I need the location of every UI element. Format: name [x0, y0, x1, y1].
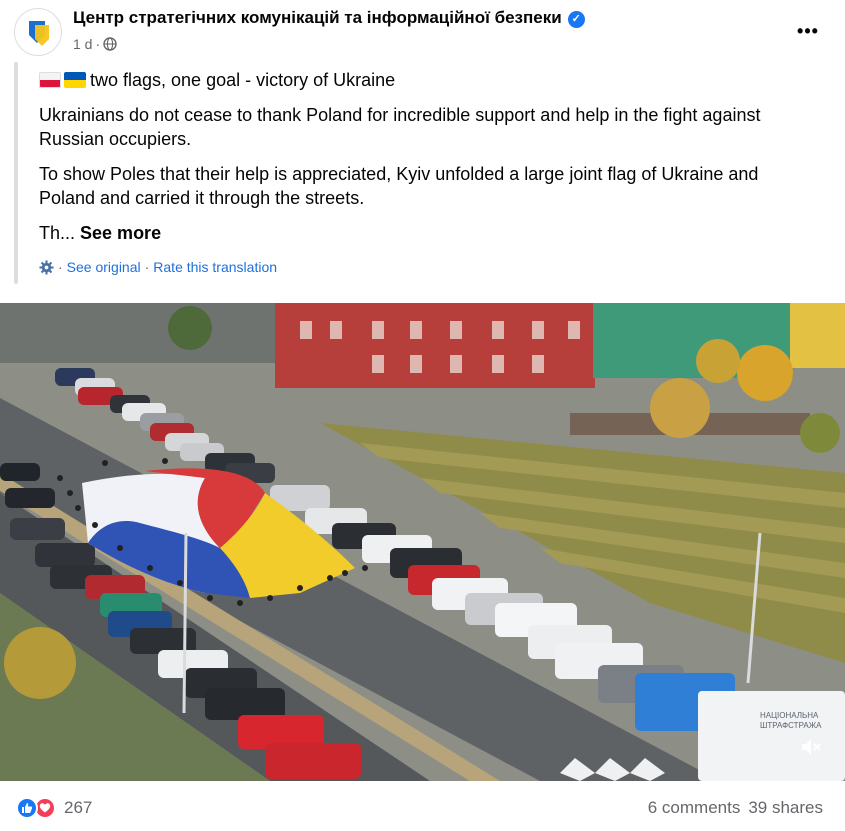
rate-translation-link[interactable]: Rate this translation — [153, 259, 277, 275]
poland-flag-icon — [39, 72, 61, 88]
reaction-count[interactable]: 267 — [64, 798, 92, 818]
reactions-summary[interactable]: 267 — [16, 797, 92, 819]
truncated-text: Th... — [39, 223, 76, 243]
red-building — [275, 303, 595, 388]
page-avatar[interactable] — [14, 8, 62, 56]
post-photo[interactable]: НАЦІОНАЛЬНА ШТРАФСТРАЖА — [0, 303, 845, 781]
verified-badge-icon: ✓ — [567, 11, 585, 28]
mute-icon[interactable] — [799, 735, 829, 765]
yellow-building — [790, 303, 845, 368]
translation-bar: · See original · Rate this translation — [39, 259, 277, 275]
truck-watermark: НАЦІОНАЛЬНА ШТРАФСТРАЖА — [760, 711, 822, 730]
gear-icon — [39, 259, 54, 275]
ukraine-flag-icon — [64, 72, 86, 88]
truck-watermark-line-2: ШТРАФСТРАЖА — [760, 721, 822, 730]
post-paragraph-1: two flags, one goal - victory of Ukraine — [39, 68, 819, 92]
post-meta: 1 d · — [73, 36, 117, 52]
crosswalk — [560, 758, 665, 781]
quote-divider — [14, 62, 18, 284]
page-name-text[interactable]: Центр стратегічних комунікацій та інформ… — [73, 8, 562, 27]
post-paragraph-4: Th... See more — [39, 221, 819, 245]
comments-count[interactable]: 6 comments — [648, 798, 741, 818]
see-more-link[interactable]: See more — [80, 223, 161, 243]
street-flag-scene: НАЦІОНАЛЬНА ШТРАФСТРАЖА — [0, 303, 845, 781]
engagement-counts: 6 comments 39 shares — [648, 798, 823, 818]
page-logo-icon — [29, 21, 49, 46]
upper-parking — [0, 303, 275, 363]
post-time[interactable]: 1 d — [73, 36, 92, 52]
translation-dot-1: · — [58, 259, 63, 275]
page-name[interactable]: Центр стратегічних комунікацій та інформ… — [73, 8, 585, 28]
truck-watermark-line-1: НАЦІОНАЛЬНА — [760, 711, 819, 720]
post-paragraph-2: Ukrainians do not cease to thank Poland … — [39, 105, 761, 149]
post-headline: two flags, one goal - victory of Ukraine — [90, 70, 396, 90]
post-paragraph-3: To show Poles that their help is appreci… — [39, 164, 759, 208]
post-header: Центр стратегічних комунікацій та інформ… — [0, 0, 845, 62]
speaker-muted-icon — [802, 739, 821, 755]
post-footer: 267 6 comments 39 shares — [0, 781, 845, 831]
shares-count[interactable]: 39 shares — [748, 798, 823, 818]
translation-dot-2: · — [144, 259, 150, 275]
globe-icon — [103, 37, 117, 51]
meta-separator: · — [95, 36, 101, 52]
like-reaction-icon — [16, 797, 38, 819]
see-original-link[interactable]: See original — [67, 259, 141, 275]
post-text: two flags, one goal - victory of Ukraine… — [39, 68, 819, 256]
more-options-icon[interactable]: ••• — [791, 14, 825, 48]
